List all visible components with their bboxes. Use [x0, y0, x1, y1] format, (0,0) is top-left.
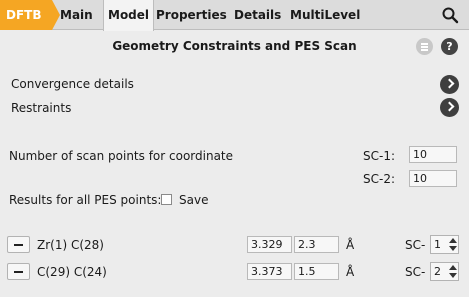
search-icon[interactable] [441, 6, 459, 24]
coordinate-1-sc-spinbox[interactable]: 1 [430, 235, 459, 254]
save-checkbox[interactable] [161, 194, 172, 205]
spin-arrows-icon[interactable] [448, 264, 457, 279]
tab-dftb[interactable]: DFTB [0, 0, 60, 30]
coordinate-2-sc-value: 2 [434, 265, 441, 278]
tab-properties[interactable]: Properties [152, 0, 231, 30]
save-label: Save [179, 193, 209, 207]
coordinate-2-sc-label: SC- [405, 265, 426, 279]
remove-coordinate-1-button[interactable] [7, 236, 30, 253]
convergence-details-label[interactable]: Convergence details [11, 77, 134, 91]
coordinate-2-unit: Å [346, 265, 355, 279]
help-icon[interactable]: ? [441, 38, 458, 55]
coordinate-2-atoms: C(29) C(24) [37, 265, 107, 279]
remove-coordinate-2-button[interactable] [7, 263, 30, 280]
coordinate-2-current-value: 3.373 [247, 263, 292, 280]
coordinate-1-sc-value: 1 [434, 238, 441, 251]
tab-details[interactable]: Details [230, 0, 285, 30]
panel-title: Geometry Constraints and PES Scan [112, 39, 357, 53]
results-pes-label: Results for all PES points: [9, 193, 162, 207]
coordinate-2-target-input[interactable]: 1.5 [294, 263, 339, 280]
spin-arrows-icon[interactable] [448, 237, 457, 252]
scan-points-label: Number of scan points for coordinate [9, 149, 234, 163]
tab-model[interactable]: Model [103, 0, 155, 31]
tab-main[interactable]: Main [56, 0, 97, 30]
sc1-points-input[interactable]: 10 [409, 146, 457, 163]
geometry-constraints-panel: Geometry Constraints and PES Scan ? Conv… [0, 31, 469, 297]
restraints-label[interactable]: Restraints [11, 101, 71, 115]
coordinate-1-current-value: 3.329 [247, 236, 292, 253]
restraints-arrow-icon[interactable] [440, 98, 459, 117]
sc2-label: SC-2: [363, 172, 396, 186]
tab-bar: DFTB Main Model Properties Details Multi… [0, 0, 469, 31]
coordinate-2-sc-spinbox[interactable]: 2 [430, 262, 459, 281]
coordinate-1-target-input[interactable]: 2.3 [294, 236, 339, 253]
coordinate-1-atoms: Zr(1) C(28) [37, 238, 104, 252]
tab-multilevel[interactable]: MultiLevel [286, 0, 364, 30]
sc1-label: SC-1: [363, 149, 396, 163]
convergence-details-arrow-icon[interactable] [440, 75, 459, 94]
coordinate-1-sc-label: SC- [405, 238, 426, 252]
coordinate-1-unit: Å [346, 238, 355, 252]
sc2-points-input[interactable]: 10 [409, 170, 457, 187]
menu-icon[interactable] [416, 38, 433, 55]
